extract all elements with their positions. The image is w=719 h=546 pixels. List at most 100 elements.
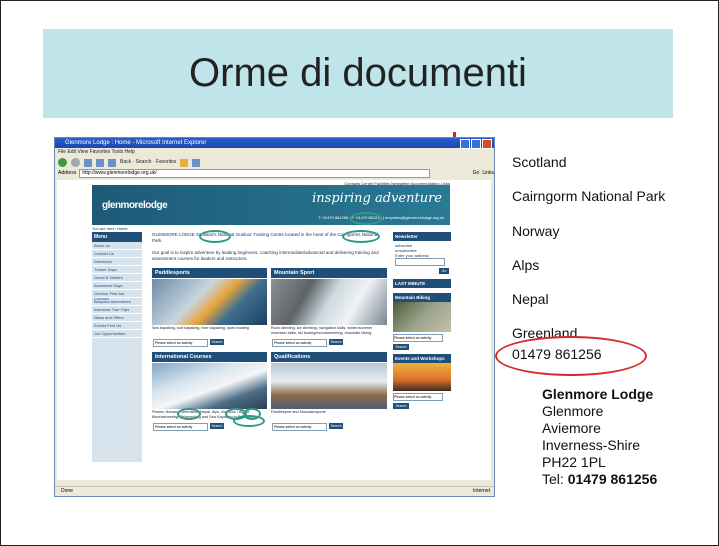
newsletter-email-field — [395, 258, 445, 266]
panel-search-button: Search — [329, 423, 343, 429]
site-logo: glenmorelodge — [102, 200, 168, 211]
panel-search-button: Search — [210, 339, 224, 345]
site-menu-item: Trainer Days — [92, 266, 142, 274]
panel-select: Please select an activity — [272, 423, 327, 431]
site-left-nav: You are here: Home Menu About us Contact… — [92, 226, 142, 462]
address-label: Address — [58, 170, 77, 176]
right-search-button: Search — [393, 344, 409, 350]
place-item: Norway — [512, 223, 560, 239]
forward-icon — [71, 158, 80, 167]
slide-title: Orme di documenti — [189, 51, 527, 95]
address-line: Glenmore — [542, 403, 604, 419]
panel-title: International Courses — [152, 352, 267, 362]
address-line: Inverness-Shire — [542, 437, 641, 453]
events-header: Events and Workshops — [393, 354, 451, 363]
title-band: Orme di documenti — [43, 29, 673, 118]
site-breadcrumb: You are here: Home — [92, 226, 128, 231]
minimize-icon — [460, 139, 470, 149]
tel-label: Tel: — [542, 471, 568, 487]
panel-title: Paddlesports — [152, 268, 267, 278]
panel-select: Please select an activity — [153, 423, 208, 431]
paddlesports-photo — [152, 279, 267, 325]
panel-caption: Paddlesport and Mountainsports — [271, 410, 326, 414]
mountain-biking-header: Mountain Biking — [393, 293, 451, 302]
back-icon — [58, 158, 67, 167]
tel-number: 01479 861256 — [567, 471, 658, 487]
site-menu-item: Directions — [92, 258, 142, 266]
highlight-oval-norway — [177, 408, 201, 420]
address-line: PH22 1PL — [542, 454, 606, 470]
mail-icon — [180, 158, 189, 167]
site-menu-item: About us — [92, 242, 142, 250]
links-label: Links — [482, 170, 494, 176]
slide: Orme di documenti Glenmore Lodge : Home … — [0, 0, 719, 546]
place-item: Scotland — [512, 154, 567, 170]
events-select: Please select an activity — [393, 393, 443, 401]
international-courses-photo — [152, 363, 267, 409]
last-minute-header: LAST MINUTE AVAILABILITY — [393, 279, 451, 293]
site-header: Contacts Centre Facilities Newsletter Ac… — [92, 181, 450, 225]
panel-search-button: Search — [210, 423, 224, 429]
address-org: Glenmore Lodge — [542, 386, 654, 402]
right-select: Please select an activity — [393, 334, 443, 342]
place-item: Alps — [512, 257, 540, 273]
newsletter-options: subscribe unsubscribe Enter your address… — [393, 241, 451, 276]
panel-title: Qualifications — [271, 352, 387, 362]
panel-select: Please select an activity — [153, 339, 208, 347]
highlight-oval-greenland — [233, 415, 265, 427]
newsletter-header: Newsletter — [393, 232, 451, 241]
panel-title: Mountain Sport — [271, 268, 387, 278]
site-menu-item: Job Opportunities — [92, 330, 142, 338]
toolbar-labels: Back · Search · Favorites — [120, 159, 177, 165]
home-icon — [108, 158, 116, 167]
highlight-oval-phone — [349, 212, 383, 225]
close-icon — [482, 139, 492, 149]
address-bar: http://www.glenmorelodge.org.uk/ — [79, 169, 430, 178]
phone-number: 01479 861256 — [512, 346, 602, 362]
web-page: Contacts Centre Facilities Newsletter Ac… — [57, 180, 491, 480]
maximize-icon — [471, 139, 481, 149]
site-menu-item: Outdoor First Aid Courses — [92, 290, 142, 301]
print-icon — [192, 158, 201, 167]
browser-statusbar: Done Internet — [55, 486, 494, 496]
site-menu-item: Guest & Visitors — [92, 274, 142, 282]
panel-qualifications: Qualifications Paddlesport and Mountains… — [271, 352, 387, 432]
site-top-links: Contacts Centre Facilities Newsletter Ac… — [344, 181, 450, 186]
highlight-oval-cairngorms — [342, 230, 380, 243]
mountain-biking-photo — [393, 302, 451, 332]
status-text: Done — [61, 488, 73, 494]
site-tagline: inspiring adventure — [312, 191, 442, 206]
panel-caption: Sea kayaking, surf kayaking, river kayak… — [152, 326, 249, 330]
browser-address-row: Address http://www.glenmorelodge.org.uk/… — [55, 169, 494, 178]
stop-icon — [84, 158, 92, 167]
refresh-icon — [96, 158, 104, 167]
address-tel: Tel: 01479 861256 — [542, 471, 657, 488]
go-label: Go — [472, 170, 480, 176]
panel-paddlesports: Paddlesports Sea kayaking, surf kayaking… — [152, 268, 267, 348]
place-item: Nepal — [512, 291, 549, 307]
site-right-column: Newsletter subscribe unsubscribe Enter y… — [393, 232, 451, 409]
highlight-oval-scotland — [199, 230, 231, 243]
panel-mountain-sport: Mountain Sport Rock climbing, ice climbi… — [271, 268, 387, 348]
mountain-sport-photo — [271, 279, 387, 325]
events-search-button: Search — [393, 403, 409, 409]
site-menu-item: Contact Us — [92, 250, 142, 258]
newsletter-go-button: Go — [439, 268, 449, 274]
site-menu-item: Instructor Tour Trips — [92, 306, 142, 314]
qualifications-photo — [271, 363, 387, 409]
site-menu-item: Bespoke Adventures — [92, 298, 142, 306]
browser-toolbar: Back · Search · Favorites — [55, 156, 494, 169]
browser-screenshot: Glenmore Lodge : Home - Microsoft Intern… — [54, 137, 495, 497]
place-item: Cairngorm National Park — [512, 188, 666, 204]
events-photo — [393, 363, 451, 391]
site-menu-item: Adventure Days — [92, 282, 142, 290]
window-buttons — [460, 139, 492, 149]
browser-window-title: Glenmore Lodge : Home - Microsoft Intern… — [65, 140, 207, 146]
address-line: Aviemore — [542, 420, 601, 436]
panel-select: Please select an activity — [272, 339, 327, 347]
address-block: Glenmore Lodge Glenmore Aviemore Inverne… — [542, 386, 657, 488]
site-intro-goal: Our goal is to inspire adventure by lead… — [152, 250, 379, 261]
site-menu-item: Events Find Us — [92, 322, 142, 330]
site-menu-title: Menu — [92, 232, 142, 242]
panel-search-button: Search — [329, 339, 343, 345]
